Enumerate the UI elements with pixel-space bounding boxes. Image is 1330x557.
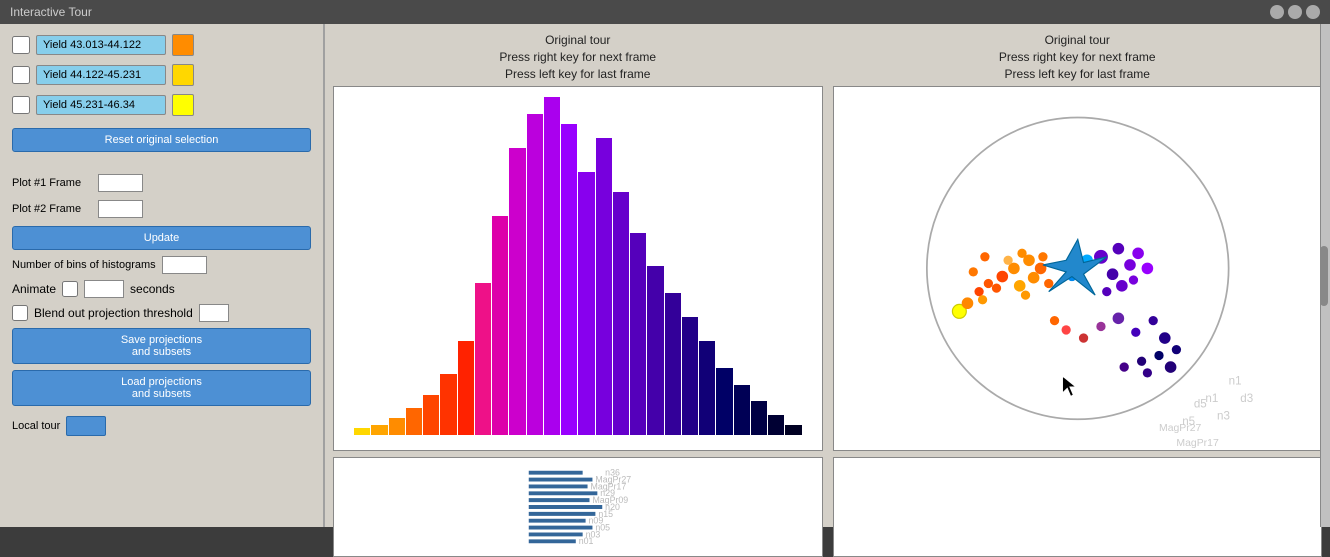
- right-plot-section: Original tour Press right key for next f…: [833, 32, 1323, 451]
- yield-row-3: Yield 45.231-46.34: [12, 94, 311, 116]
- histogram-bar: [734, 385, 750, 436]
- animate-row: Animate 1 seconds: [12, 280, 311, 298]
- bottom-right-plot[interactable]: [833, 457, 1323, 557]
- scrollbar-thumb[interactable]: [1320, 246, 1328, 306]
- histogram-bar: [475, 283, 491, 435]
- histogram-bar: [768, 415, 784, 435]
- histogram-bar: [458, 341, 474, 436]
- histogram-bar: [389, 418, 405, 435]
- histogram-bar: [596, 138, 612, 435]
- plot1-frame-label: Plot #1 Frame: [12, 177, 92, 189]
- local-tour-dropdown[interactable]: [66, 416, 106, 436]
- svg-text:n3: n3: [1217, 410, 1230, 423]
- animate-seconds-label: seconds: [130, 282, 175, 296]
- plot2-frame-input[interactable]: 30: [98, 200, 143, 218]
- yield-label-2: Yield 44.122-45.231: [36, 65, 166, 85]
- histogram-bar: [785, 425, 801, 435]
- local-tour-label: Local tour: [12, 420, 60, 432]
- left-plot-section: Original tour Press right key for next f…: [333, 32, 823, 451]
- bottom-left-plot[interactable]: n36 MagPr27 MagPr17 n29 MagPr09 n20 n15 …: [333, 457, 823, 557]
- histogram-bar: [682, 317, 698, 435]
- save-button[interactable]: Save projections and subsets: [12, 328, 311, 364]
- yield-checkbox-2[interactable]: [12, 66, 30, 84]
- histogram-bar: [423, 395, 439, 436]
- histogram-bar: [527, 114, 543, 435]
- close-button[interactable]: [1306, 5, 1320, 19]
- title-bar: Interactive Tour: [0, 0, 1330, 24]
- yield-checkbox-3[interactable]: [12, 96, 30, 114]
- bins-row: Number of bins of histograms 26: [12, 256, 311, 274]
- yield-checkbox-1[interactable]: [12, 36, 30, 54]
- app-title: Interactive Tour: [10, 5, 92, 19]
- plot2-frame-label: Plot #2 Frame: [12, 203, 92, 215]
- histogram-bar: [354, 428, 370, 435]
- label-1: n1: [1205, 392, 1218, 405]
- yield-color-2: [172, 64, 194, 86]
- histogram-bar: [578, 172, 594, 435]
- load-button[interactable]: Load projections and subsets: [12, 370, 311, 406]
- plot1-frame-input[interactable]: 30: [98, 174, 143, 192]
- blend-label: Blend out projection threshold: [34, 306, 193, 320]
- svg-text:MagPr17: MagPr17: [1176, 438, 1219, 449]
- left-histogram-plot[interactable]: [333, 86, 823, 451]
- bins-input[interactable]: 26: [162, 256, 207, 274]
- histogram-bar: [630, 233, 646, 436]
- svg-text:n1: n1: [1228, 375, 1241, 388]
- plots-row: Original tour Press right key for next f…: [333, 32, 1322, 451]
- yield-color-1: [172, 34, 194, 56]
- svg-text:d5: d5: [1193, 398, 1206, 411]
- update-button[interactable]: Update: [12, 226, 311, 250]
- histogram-bar: [440, 374, 456, 435]
- scatter-svg: n1 n1 n5 n3 d5 d3 MagPr27 MagPr17 MagPr0…: [834, 87, 1322, 450]
- content-area: Original tour Press right key for next f…: [325, 24, 1330, 527]
- svg-text:n01: n01: [579, 536, 594, 546]
- histogram-bar: [665, 293, 681, 435]
- bottom-left-svg: n36 MagPr27 MagPr17 n29 MagPr09 n20 n15 …: [334, 458, 822, 556]
- yield-row-1: Yield 43.013-44.122: [12, 34, 311, 56]
- right-plot-title: Original tour Press right key for next f…: [833, 32, 1323, 82]
- histogram-bar: [647, 266, 663, 435]
- bins-label: Number of bins of histograms: [12, 259, 156, 271]
- reset-button[interactable]: Reset original selection: [12, 128, 311, 152]
- yield-label-3: Yield 45.231-46.34: [36, 95, 166, 115]
- sidebar: Yield 43.013-44.122 Yield 44.122-45.231 …: [0, 24, 325, 527]
- histogram-bar: [699, 341, 715, 436]
- plot1-frame-row: Plot #1 Frame 30: [12, 174, 311, 192]
- svg-text:MagPr27: MagPr27: [1159, 423, 1202, 434]
- yield-color-3: [172, 94, 194, 116]
- histogram-bar: [406, 408, 422, 435]
- histogram-bar: [751, 401, 767, 435]
- blend-row: Blend out projection threshold 1: [12, 304, 311, 322]
- window-controls: [1270, 5, 1320, 19]
- plot2-frame-row: Plot #2 Frame 30: [12, 200, 311, 218]
- scrollbar-track[interactable]: [1320, 24, 1330, 527]
- histogram-bars: [334, 87, 822, 450]
- animate-label: Animate: [12, 282, 56, 296]
- histogram-bar: [613, 192, 629, 435]
- right-scatter-plot[interactable]: n1 n1 n5 n3 d5 d3 MagPr27 MagPr17 MagPr0…: [833, 86, 1323, 451]
- yield-row-2: Yield 44.122-45.231: [12, 64, 311, 86]
- main-container: Yield 43.013-44.122 Yield 44.122-45.231 …: [0, 24, 1330, 527]
- maximize-button[interactable]: [1288, 5, 1302, 19]
- minimize-button[interactable]: [1270, 5, 1284, 19]
- histogram-bar: [561, 124, 577, 435]
- histogram-bar: [371, 425, 387, 435]
- histogram-bar: [544, 97, 560, 435]
- histogram-bar: [492, 216, 508, 436]
- blend-input[interactable]: 1: [199, 304, 229, 322]
- histogram-bar: [716, 368, 732, 436]
- animate-seconds-input[interactable]: 1: [84, 280, 124, 298]
- blend-checkbox[interactable]: [12, 305, 28, 321]
- svg-text:d3: d3: [1240, 392, 1253, 405]
- animate-checkbox[interactable]: [62, 281, 78, 297]
- bottom-row: n36 MagPr27 MagPr17 n29 MagPr09 n20 n15 …: [333, 457, 1322, 557]
- yield-label-1: Yield 43.013-44.122: [36, 35, 166, 55]
- left-plot-title: Original tour Press right key for next f…: [333, 32, 823, 82]
- histogram-bar: [509, 148, 525, 435]
